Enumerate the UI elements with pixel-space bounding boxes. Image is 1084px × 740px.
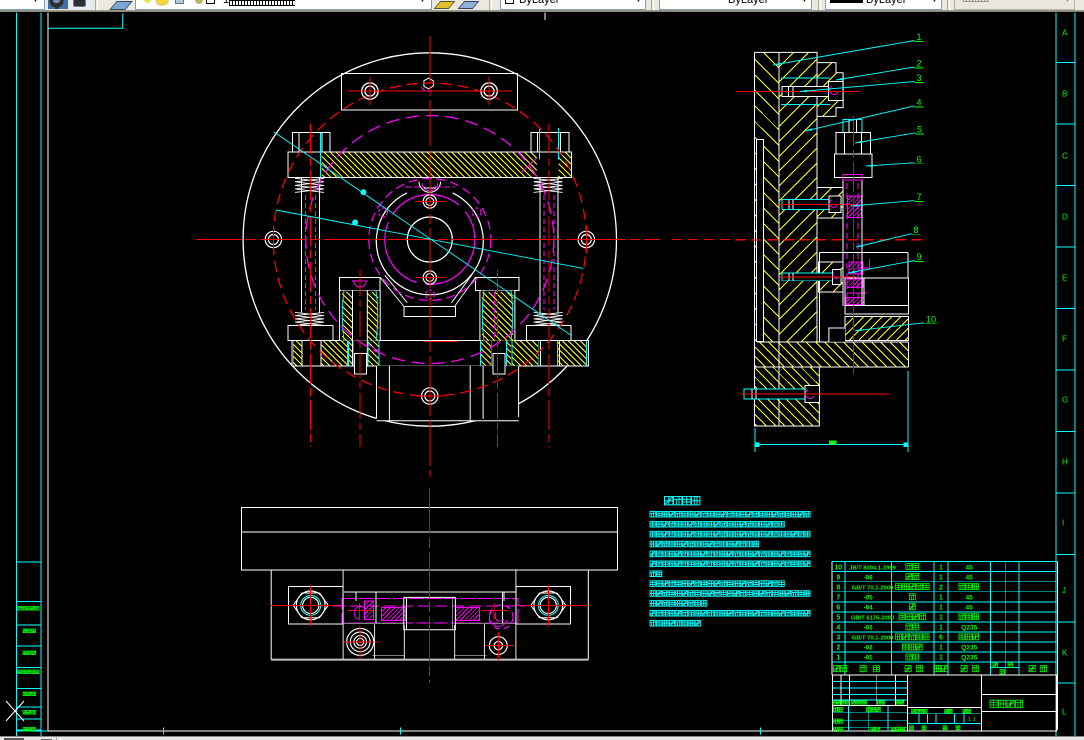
svg-text:H: H — [1062, 458, 1068, 467]
svg-text:1: 1 — [939, 615, 943, 622]
svg-text:GB/T 6175-2000: GB/T 6175-2000 — [851, 616, 894, 622]
svg-text:7: 7 — [836, 594, 840, 601]
svg-text:9: 9 — [917, 252, 922, 262]
svg-text:3: 3 — [917, 73, 922, 83]
svg-text:1: 1 — [939, 574, 943, 581]
svg-text:2: 2 — [917, 59, 922, 69]
svg-text:1:1: 1:1 — [968, 717, 976, 723]
svg-text:-04: -04 — [864, 604, 874, 611]
svg-text:F: F — [1062, 335, 1067, 344]
svg-text:2: 2 — [939, 584, 943, 591]
svg-text:45: 45 — [966, 574, 974, 581]
svg-text:D: D — [1062, 213, 1068, 222]
svg-text:8: 8 — [914, 225, 919, 235]
svg-text:GB/T 70.1-2000: GB/T 70.1-2000 — [852, 585, 894, 591]
svg-text:1: 1 — [939, 564, 943, 571]
svg-text:45: 45 — [966, 604, 974, 611]
svg-text:B: B — [1062, 90, 1067, 99]
svg-text:K: K — [1062, 649, 1068, 658]
svg-text:GB/T 70.1-2000: GB/T 70.1-2000 — [852, 636, 894, 642]
svg-text:Q235: Q235 — [961, 645, 977, 652]
svg-text:3: 3 — [836, 635, 840, 642]
svg-text:1: 1 — [939, 655, 943, 662]
svg-text:-03: -03 — [864, 625, 874, 632]
svg-text:G: G — [1062, 396, 1068, 405]
svg-text:1: 1 — [939, 594, 943, 601]
svg-text:Q235: Q235 — [961, 625, 977, 632]
svg-text:2: 2 — [836, 645, 840, 652]
svg-text:6: 6 — [836, 604, 840, 611]
svg-text:1: 1 — [939, 625, 943, 632]
svg-text:10: 10 — [834, 564, 842, 571]
svg-text:6: 6 — [939, 635, 943, 642]
svg-text:A: A — [1062, 29, 1068, 38]
svg-text:-05: -05 — [864, 594, 874, 601]
svg-text:5: 5 — [836, 615, 840, 622]
svg-text:8: 8 — [836, 584, 840, 591]
svg-text:I: I — [1062, 519, 1064, 528]
svg-text:E: E — [1062, 274, 1067, 283]
svg-text:4: 4 — [917, 97, 922, 107]
svg-text:Q235: Q235 — [961, 655, 977, 662]
svg-text:45: 45 — [966, 564, 974, 571]
svg-text:1: 1 — [939, 645, 943, 652]
svg-text:-01: -01 — [864, 655, 874, 662]
svg-text:J: J — [1062, 586, 1066, 595]
svg-text:1: 1 — [939, 604, 943, 611]
svg-text:-06: -06 — [864, 574, 874, 581]
svg-text:6: 6 — [917, 154, 922, 164]
svg-text:45: 45 — [966, 594, 974, 601]
svg-text:10: 10 — [926, 314, 936, 324]
svg-text:9: 9 — [836, 574, 840, 581]
svg-text:7: 7 — [917, 192, 922, 202]
svg-text:JB/T 8004.1-1999: JB/T 8004.1-1999 — [849, 565, 897, 571]
svg-text:1: 1 — [917, 32, 922, 42]
svg-text:1: 1 — [836, 655, 840, 662]
svg-text:4: 4 — [836, 625, 840, 632]
svg-text:5: 5 — [917, 124, 922, 134]
svg-text:C: C — [1062, 152, 1068, 161]
svg-text:L: L — [1062, 708, 1067, 717]
svg-text:-02: -02 — [864, 645, 874, 652]
